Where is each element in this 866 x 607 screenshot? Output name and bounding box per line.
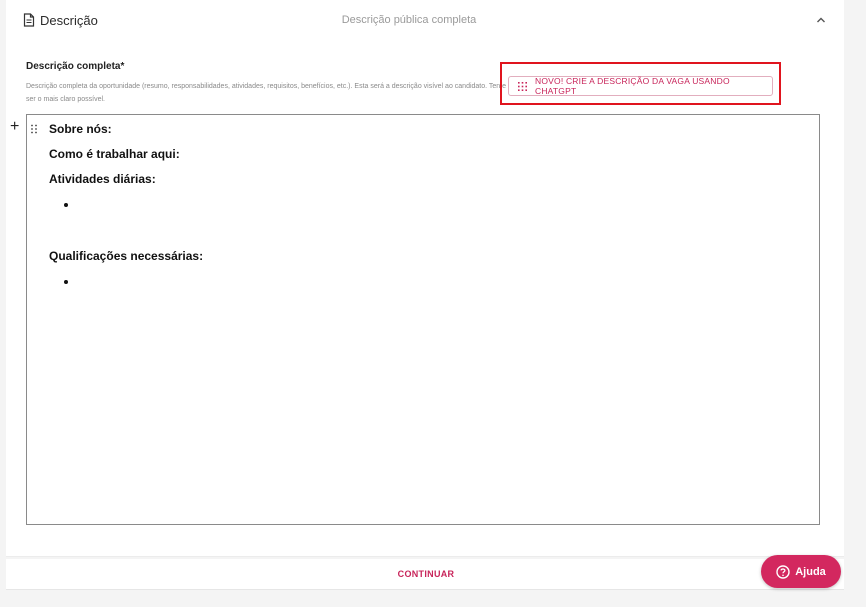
help-button-label: Ajuda — [795, 565, 826, 578]
drag-handle-icon[interactable] — [30, 124, 38, 134]
chevron-up-icon[interactable] — [815, 14, 827, 26]
plus-icon[interactable]: + — [10, 119, 22, 135]
footer-bar: CONTINUAR — [6, 559, 844, 590]
description-section: Descrição Descrição pública completa Des… — [6, 0, 844, 557]
continue-button[interactable]: CONTINUAR — [366, 559, 486, 589]
editor-block-qualifications[interactable]: Qualificações necessárias: — [49, 249, 203, 263]
description-field-help: Descrição completa da oportunidade (resu… — [26, 83, 507, 103]
grid-icon — [518, 81, 527, 91]
question-circle-icon — [776, 564, 790, 579]
editor-empty-bullet[interactable] — [64, 203, 68, 207]
help-button[interactable]: Ajuda — [761, 555, 841, 588]
chatgpt-button-label: NOVO! CRIE A DESCRIÇÃO DA VAGA USANDO CH… — [535, 76, 730, 96]
section-header[interactable]: Descrição Descrição pública completa — [6, 0, 844, 42]
editor-block-work-here[interactable]: Como é trabalhar aqui: — [49, 147, 180, 161]
editor-block-daily-activities[interactable]: Atividades diárias: — [49, 172, 156, 186]
editor-empty-bullet[interactable] — [64, 280, 68, 284]
editor-block-about[interactable]: Sobre nós: — [49, 122, 112, 136]
description-field-label: Descrição completa* — [26, 61, 125, 72]
section-subtitle: Descrição pública completa — [341, 14, 477, 26]
chatgpt-generate-button[interactable]: NOVO! CRIE A DESCRIÇÃO DA VAGA USANDO CH… — [508, 76, 773, 96]
